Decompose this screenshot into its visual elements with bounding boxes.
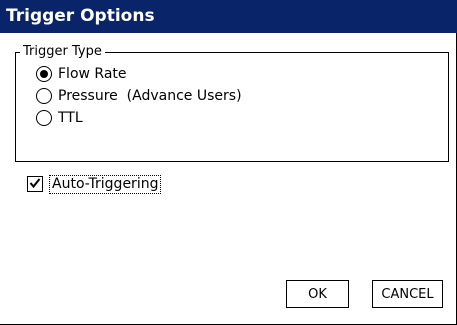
- radio-option-ttl[interactable]: TTL: [36, 107, 83, 129]
- ttl-radio-icon[interactable]: [36, 110, 52, 126]
- ok-button[interactable]: OK: [286, 280, 349, 308]
- trigger-options-dialog: Trigger Type Flow Rate Pressure (Advance…: [0, 33, 457, 325]
- flow-rate-label[interactable]: Flow Rate: [58, 66, 127, 82]
- checkmark-icon: [29, 178, 41, 189]
- radio-option-flow-rate[interactable]: Flow Rate: [36, 63, 127, 85]
- trigger-type-group-label: Trigger Type: [20, 44, 105, 60]
- ttl-label[interactable]: TTL: [58, 110, 83, 126]
- pressure-label[interactable]: Pressure (Advance Users): [58, 88, 242, 104]
- radio-option-pressure[interactable]: Pressure (Advance Users): [36, 85, 242, 107]
- pressure-radio-icon[interactable]: [36, 88, 52, 104]
- window-title: Trigger Options: [6, 6, 155, 26]
- window-title-bar: Trigger Options: [0, 0, 457, 33]
- auto-triggering-checkbox[interactable]: [27, 176, 43, 192]
- auto-triggering-label[interactable]: Auto-Triggering: [49, 174, 162, 194]
- auto-triggering-checkbox-row[interactable]: Auto-Triggering: [27, 173, 162, 195]
- cancel-button[interactable]: CANCEL: [372, 280, 443, 308]
- flow-rate-radio-icon[interactable]: [36, 66, 52, 82]
- trigger-type-group: Trigger Type Flow Rate Pressure (Advance…: [15, 44, 449, 162]
